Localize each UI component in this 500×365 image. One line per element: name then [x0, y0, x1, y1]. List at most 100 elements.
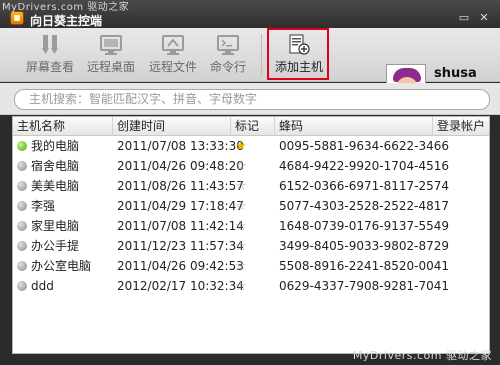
toolbar: 屏幕查看 远程桌面 远程文件 命令行 添加主机 shusa ▼: [0, 28, 500, 104]
star-icon[interactable]: ☆: [235, 259, 247, 274]
created-time: 2011/07/08 11:42:14: [117, 219, 244, 233]
host-name-cell: 李强: [13, 196, 113, 216]
login-account: [439, 236, 489, 256]
command-line-label: 命令行: [209, 60, 246, 74]
username: shusa: [434, 66, 477, 81]
online-status-icon: [17, 141, 27, 151]
host-name-cell: 办公手提: [13, 236, 113, 256]
offline-status-icon: [17, 161, 27, 171]
host-code: 0629-4337-7908-9281-7041: [279, 279, 450, 293]
remote-desktop-button[interactable]: 远程桌面: [84, 28, 138, 82]
host-name: 李强: [31, 199, 56, 213]
created-time: 2011/12/23 11:57:34: [117, 239, 244, 253]
host-code: 3499-8405-9033-9802-8729: [279, 239, 450, 253]
remote-desktop-label: 远程桌面: [86, 60, 135, 74]
toolbar-separator: [261, 34, 262, 76]
remote-desktop-icon: [99, 34, 123, 56]
mark-cell: ☆: [233, 216, 275, 236]
table-row[interactable]: 我的电脑 2011/07/08 13:33:30 ★ 0095-5881-9634-6…: [13, 136, 489, 156]
close-icon[interactable]: ✕: [478, 12, 490, 24]
star-icon[interactable]: ☆: [235, 279, 247, 294]
offline-status-icon: [17, 261, 27, 271]
star-icon[interactable]: ☆: [235, 159, 247, 174]
offline-status-icon: [17, 241, 27, 251]
star-icon[interactable]: ★: [235, 139, 247, 154]
column-header-name[interactable]: 主机名称: [13, 117, 113, 136]
offline-status-icon: [17, 201, 27, 211]
table-row[interactable]: 家里电脑 2011/07/08 11:42:14 ☆ 1648-0739-0176-9…: [13, 216, 489, 236]
login-account: [439, 196, 489, 216]
created-time: 2012/02/17 10:32:34: [117, 279, 244, 293]
table-row[interactable]: 美美电脑 2011/08/26 11:43:57 ☆ 6152-0366-6971-8…: [13, 176, 489, 196]
host-code: 6152-0366-6971-8117-2574: [279, 179, 450, 193]
created-time: 2011/04/26 09:42:53: [117, 259, 244, 273]
table-header: 主机名称 创建时间 标记 蜂码 登录帐户: [13, 117, 489, 136]
table-row[interactable]: ddd 2012/02/17 10:32:34 ☆ 0629-4337-7908-92…: [13, 276, 489, 296]
created-time: 2011/04/29 17:18:47: [117, 199, 244, 213]
star-icon[interactable]: ☆: [235, 179, 247, 194]
minimize-icon[interactable]: ▭: [458, 12, 470, 24]
created-time: 2011/07/08 13:33:30: [117, 139, 244, 153]
login-account: [439, 176, 489, 196]
host-name-cell: 美美电脑: [13, 176, 113, 196]
star-icon[interactable]: ☆: [235, 239, 247, 254]
mark-cell: ☆: [233, 276, 275, 296]
host-code: 4684-9422-9920-1704-4516: [279, 159, 450, 173]
star-icon[interactable]: ☆: [235, 199, 247, 214]
window-title: 向日葵主控端: [30, 14, 103, 28]
login-account: [439, 216, 489, 236]
screen-view-button[interactable]: 屏幕查看: [24, 28, 76, 82]
table-row[interactable]: 宿舍电脑 2011/04/26 09:48:20 ☆ 4684-9422-9920-1…: [13, 156, 489, 176]
command-line-button[interactable]: 命令行: [208, 28, 248, 82]
login-account: [439, 276, 489, 296]
host-code: 1648-0739-0176-9137-5549: [279, 219, 450, 233]
mark-cell: ☆: [233, 196, 275, 216]
created-time: 2011/08/26 11:43:57: [117, 179, 244, 193]
host-name-cell: 宿舍电脑: [13, 156, 113, 176]
star-icon[interactable]: ☆: [235, 219, 247, 234]
screen-view-label: 屏幕查看: [25, 60, 74, 74]
host-name-cell: 办公室电脑: [13, 256, 113, 276]
host-table: 主机名称 创建时间 标记 蜂码 登录帐户 我的电脑 2011/07/08 13:3…: [12, 116, 490, 354]
screen-view-icon: [38, 34, 62, 56]
host-code: 5077-4303-2528-2522-4817: [279, 199, 450, 213]
host-name: ddd: [31, 279, 54, 293]
host-name-cell: 家里电脑: [13, 216, 113, 236]
host-name-cell: 我的电脑: [13, 136, 113, 156]
column-header-account[interactable]: 登录帐户: [433, 117, 491, 136]
offline-status-icon: [17, 281, 27, 291]
mark-cell: ☆: [233, 256, 275, 276]
offline-status-icon: [17, 181, 27, 191]
search-bar: 主机搜索：智能匹配汉字、拼音、字母数字: [0, 83, 500, 115]
mark-cell: ☆: [233, 176, 275, 196]
host-code: 0095-5881-9634-6622-3466: [279, 139, 450, 153]
mark-cell: ☆: [233, 156, 275, 176]
column-header-mark[interactable]: 标记: [231, 117, 275, 136]
login-account: [439, 136, 489, 156]
host-name: 办公手提: [31, 239, 80, 253]
remote-file-button[interactable]: 远程文件: [146, 28, 200, 82]
watermark-top: MyDrivers.com 驱动之家: [2, 2, 130, 13]
created-time: 2011/04/26 09:48:20: [117, 159, 244, 173]
command-line-icon: [216, 34, 240, 56]
remote-file-icon: [161, 34, 185, 56]
table-body: 我的电脑 2011/07/08 13:33:30 ★ 0095-5881-9634-6…: [13, 136, 489, 296]
table-row[interactable]: 办公室电脑 2011/04/26 09:42:53 ☆ 5508-8916-2241-…: [13, 256, 489, 276]
column-header-code[interactable]: 蜂码: [275, 117, 433, 136]
host-name: 办公室电脑: [31, 259, 92, 273]
table-row[interactable]: 李强 2011/04/29 17:18:47 ☆ 5077-4303-2528-252…: [13, 196, 489, 216]
host-code: 5508-8916-2241-8520-0041: [279, 259, 450, 273]
sunflower-app-icon: [10, 11, 24, 25]
table-row[interactable]: 办公手提 2011/12/23 11:57:34 ☆ 3499-8405-9033-9…: [13, 236, 489, 256]
column-header-time[interactable]: 创建时间: [113, 117, 231, 136]
mark-cell: ★: [233, 136, 275, 156]
host-name: 我的电脑: [31, 139, 80, 153]
mark-cell: ☆: [233, 236, 275, 256]
offline-status-icon: [17, 221, 27, 231]
watermark-bottom: MyDrivers.com 驱动之家: [352, 349, 492, 362]
search-input[interactable]: 主机搜索：智能匹配汉字、拼音、字母数字: [14, 89, 490, 110]
login-account: [439, 256, 489, 276]
host-name-cell: ddd: [13, 276, 113, 296]
host-name: 宿舍电脑: [31, 159, 80, 173]
window-controls: ▭ ✕: [458, 12, 490, 24]
